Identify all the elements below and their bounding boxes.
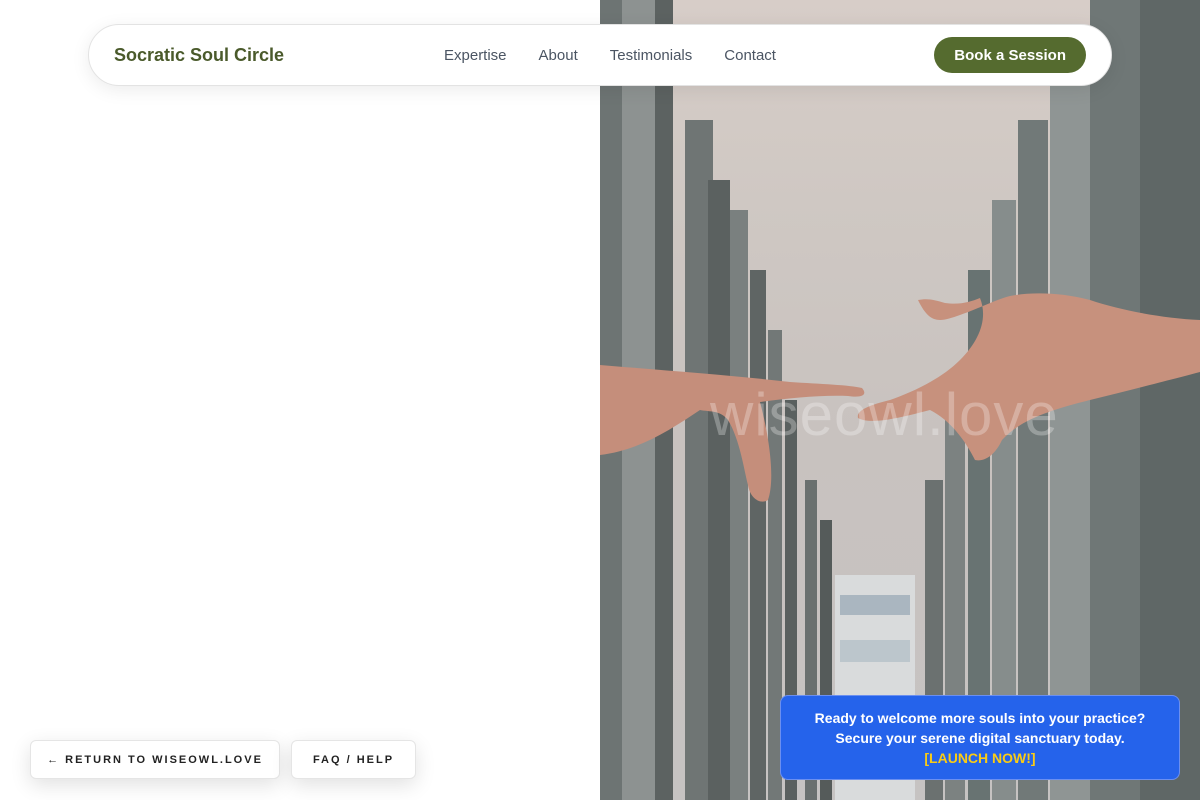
faq-help-button[interactable]: FAQ / HELP bbox=[291, 740, 416, 779]
watermark-text: wiseowl.love bbox=[710, 381, 1059, 448]
nav-link-contact[interactable]: Contact bbox=[724, 47, 776, 64]
nav-link-about[interactable]: About bbox=[539, 47, 578, 64]
return-button[interactable]: ← RETURN TO WISEOWL.LOVE bbox=[30, 740, 280, 779]
top-nav: Socratic Soul Circle Expertise About Tes… bbox=[88, 24, 1112, 86]
nav-link-expertise[interactable]: Expertise bbox=[444, 47, 507, 64]
nav-links: Expertise About Testimonials Contact bbox=[444, 47, 776, 64]
promo-banner[interactable]: Ready to welcome more souls into your pr… bbox=[780, 695, 1180, 780]
nav-link-testimonials[interactable]: Testimonials bbox=[610, 47, 693, 64]
promo-line-2: Secure your serene digital sanctuary tod… bbox=[835, 730, 1125, 746]
book-session-button[interactable]: Book a Session bbox=[934, 37, 1086, 73]
hero-image: wiseowl.love bbox=[600, 0, 1200, 800]
promo-line-1: Ready to welcome more souls into your pr… bbox=[814, 710, 1146, 726]
brand-logo-text[interactable]: Socratic Soul Circle bbox=[114, 45, 284, 66]
promo-launch-link[interactable]: [LAUNCH NOW!] bbox=[781, 748, 1179, 768]
